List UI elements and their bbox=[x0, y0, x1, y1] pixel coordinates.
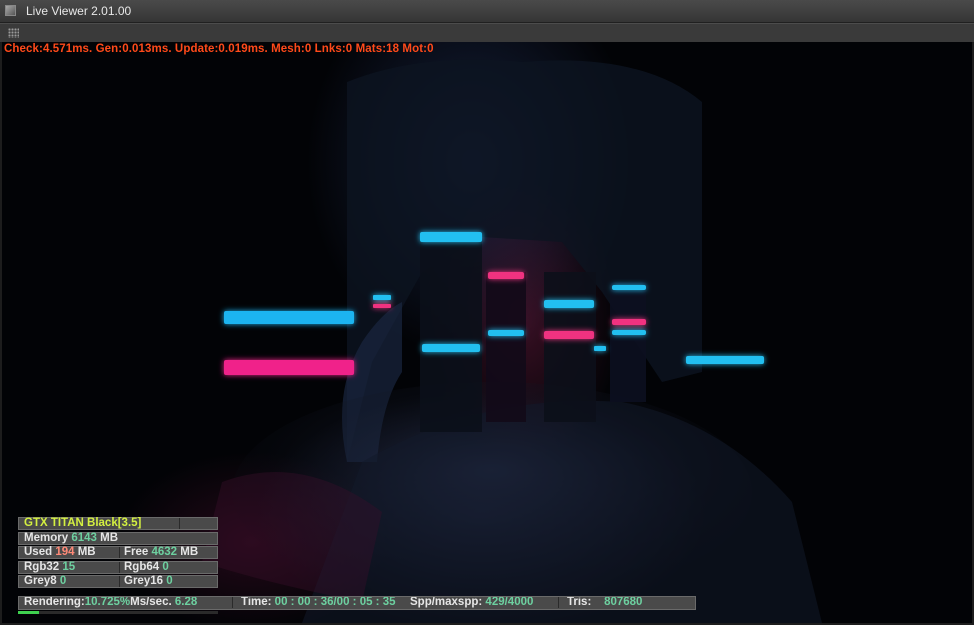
render-progress-fill bbox=[18, 611, 40, 614]
used-value: 194 bbox=[55, 546, 75, 558]
spp-label: Spp/maxspp: bbox=[410, 597, 483, 608]
status-bar: Rendering:10.725%Ms/sec. 6.28 Time: 00 :… bbox=[18, 596, 696, 610]
memory-label: Memory bbox=[24, 532, 69, 544]
grey8-cell: Grey8 0 bbox=[19, 575, 67, 587]
memory-value: 6143 bbox=[71, 532, 97, 544]
render-progress-bar bbox=[18, 611, 218, 614]
memory-unit: MB bbox=[100, 532, 118, 544]
tris-label: Tris: bbox=[567, 596, 592, 608]
grip-icon[interactable] bbox=[8, 28, 19, 38]
ms-value: 6.28 bbox=[174, 597, 198, 608]
window-title: Live Viewer 2.01.00 bbox=[26, 4, 132, 18]
time-label: Time: bbox=[241, 597, 272, 608]
rgb32-value: 15 bbox=[62, 561, 76, 573]
used-label: Used bbox=[24, 546, 53, 558]
title-bar: Live Viewer 2.01.00 bbox=[0, 0, 974, 23]
gpu-name: GTX TITAN Black[3.5] bbox=[24, 517, 142, 529]
memory-row: Memory 6143 MB bbox=[18, 532, 218, 545]
free-label: Free bbox=[124, 546, 149, 558]
grey-row: Grey8 0 Grey16 0 bbox=[18, 575, 218, 588]
rendering-cell: Rendering:10.725%Ms/sec. 6.28 bbox=[19, 597, 232, 608]
grey8-label: Grey8 bbox=[24, 575, 57, 587]
rendering-label: Rendering: bbox=[24, 597, 85, 608]
free-cell: Free 4632 MB bbox=[119, 546, 199, 558]
gpu-row-divider bbox=[179, 518, 180, 529]
debug-timings: Check:4.571ms. Gen:0.013ms. Update:0.019… bbox=[4, 43, 434, 55]
rgb32-cell: Rgb32 15 bbox=[19, 561, 76, 573]
memory-cell: Memory 6143 MB bbox=[19, 532, 118, 544]
status-divider-1 bbox=[232, 597, 233, 608]
gpu-row: GTX TITAN Black[3.5] bbox=[18, 517, 218, 530]
tris-value: 807680 bbox=[604, 596, 643, 608]
rgb-row: Rgb32 15 Rgb64 0 bbox=[18, 561, 218, 574]
rgb32-label: Rgb32 bbox=[24, 561, 60, 573]
rgb64-cell: Rgb64 0 bbox=[119, 561, 169, 573]
grey16-label: Grey16 bbox=[124, 575, 164, 587]
rgb64-label: Rgb64 bbox=[124, 561, 160, 573]
ms-label: Ms/sec. bbox=[130, 597, 172, 608]
used-free-row: Used 194 MB Free 4632 MB bbox=[18, 546, 218, 559]
rgb64-value: 0 bbox=[162, 561, 169, 573]
toolbar bbox=[0, 23, 974, 43]
grey8-value: 0 bbox=[59, 575, 67, 587]
rendering-value: 10.725% bbox=[84, 597, 131, 608]
free-value: 4632 bbox=[151, 546, 178, 558]
time-value: 00 : 00 : 36/00 : 05 : 35 bbox=[274, 597, 396, 608]
grey16-value: 0 bbox=[166, 575, 173, 587]
grey16-cell: Grey16 0 bbox=[119, 575, 173, 587]
spp-value: 429/4000 bbox=[485, 597, 534, 608]
tris-cell: Tris: 807680 bbox=[562, 596, 695, 608]
used-cell: Used 194 MB bbox=[19, 546, 117, 558]
spp-cell: Spp/maxspp: 429/4000 bbox=[408, 597, 554, 608]
status-divider-2 bbox=[558, 597, 559, 608]
free-unit: MB bbox=[180, 546, 199, 558]
time-cell: Time: 00 : 00 : 36/00 : 05 : 35 bbox=[236, 597, 408, 608]
app-window-icon bbox=[5, 5, 16, 16]
used-unit: MB bbox=[77, 546, 96, 558]
